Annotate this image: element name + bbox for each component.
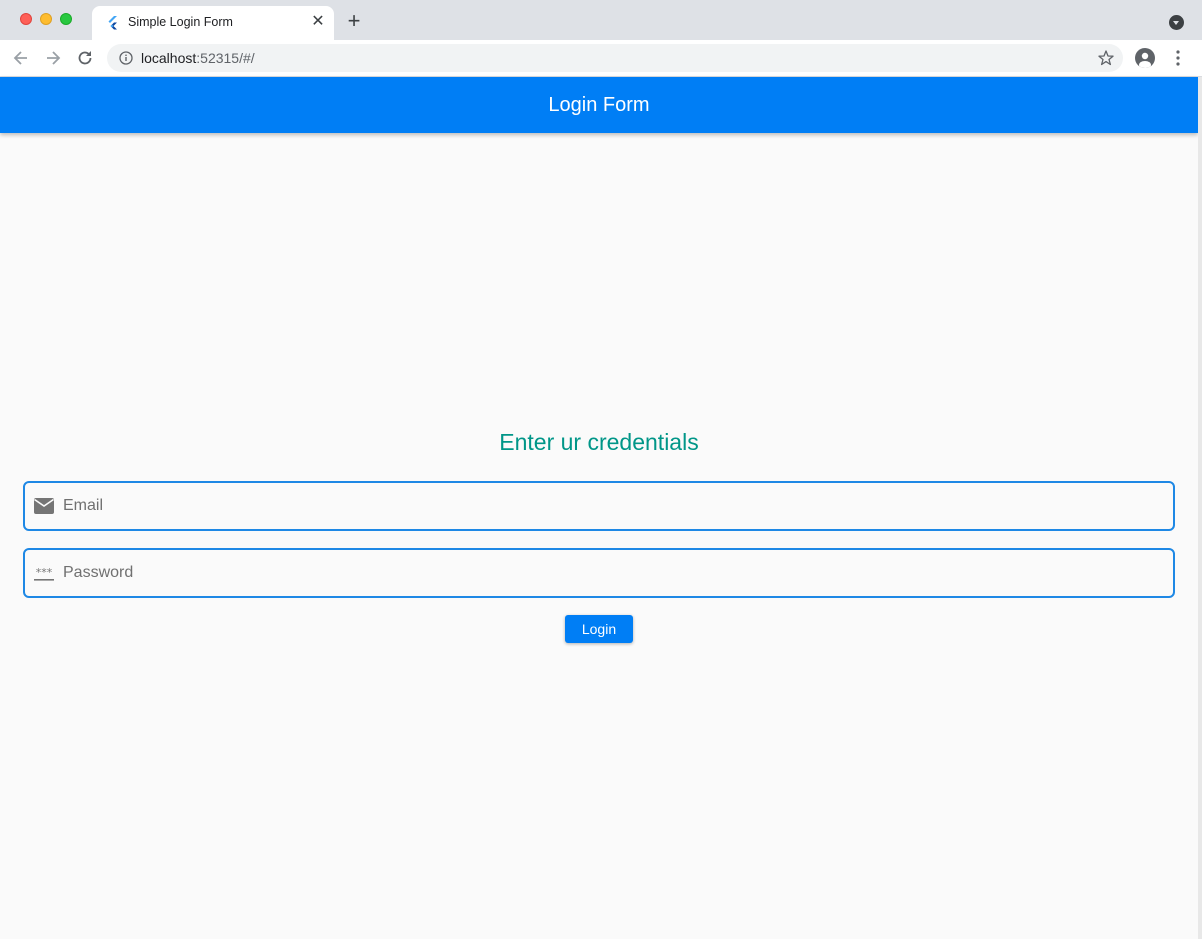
forward-arrow-icon[interactable] (43, 48, 63, 68)
browser-tab[interactable]: Simple Login Form ✕ (92, 6, 334, 40)
address-bar[interactable]: localhost:52315/#/ (107, 44, 1123, 72)
url-path: :52315/#/ (196, 50, 255, 66)
url-text: localhost:52315/#/ (141, 50, 255, 66)
reload-icon[interactable] (75, 48, 95, 68)
plus-icon[interactable]: + (344, 10, 364, 32)
close-window-button[interactable] (20, 13, 32, 25)
info-icon[interactable] (119, 51, 133, 65)
login-button[interactable]: Login (565, 615, 633, 643)
flutter-favicon-icon (108, 16, 117, 30)
password-input[interactable] (63, 550, 1163, 596)
mail-icon (34, 498, 54, 514)
star-icon[interactable] (1097, 49, 1115, 67)
tab-strip: Simple Login Form ✕ + (0, 0, 1202, 40)
app-bar: Login Form (0, 77, 1198, 133)
browser-toolbar: localhost:52315/#/ (0, 40, 1202, 77)
svg-text:***: *** (36, 566, 53, 579)
tab-search-icon[interactable] (1169, 15, 1184, 30)
password-icon: *** (34, 566, 54, 581)
zoom-window-button[interactable] (60, 13, 72, 25)
close-icon[interactable]: ✕ (310, 14, 326, 30)
password-field[interactable]: *** (23, 548, 1175, 598)
minimize-window-button[interactable] (40, 13, 52, 25)
email-input[interactable] (63, 483, 1163, 529)
app-bar-title: Login Form (548, 94, 650, 116)
tab-title: Simple Login Form (128, 15, 233, 29)
kebab-menu-icon[interactable] (1168, 48, 1188, 68)
back-arrow-icon[interactable] (11, 48, 31, 68)
email-field[interactable] (23, 481, 1175, 531)
profile-silhouette-icon (1139, 52, 1151, 68)
url-host: localhost (141, 50, 197, 66)
profile-icon[interactable] (1135, 48, 1155, 68)
scrollbar-edge (1198, 77, 1202, 939)
credentials-heading: Enter ur credentials (499, 429, 699, 455)
page-viewport: Login Form Enter ur credentials *** Logi… (0, 77, 1198, 939)
